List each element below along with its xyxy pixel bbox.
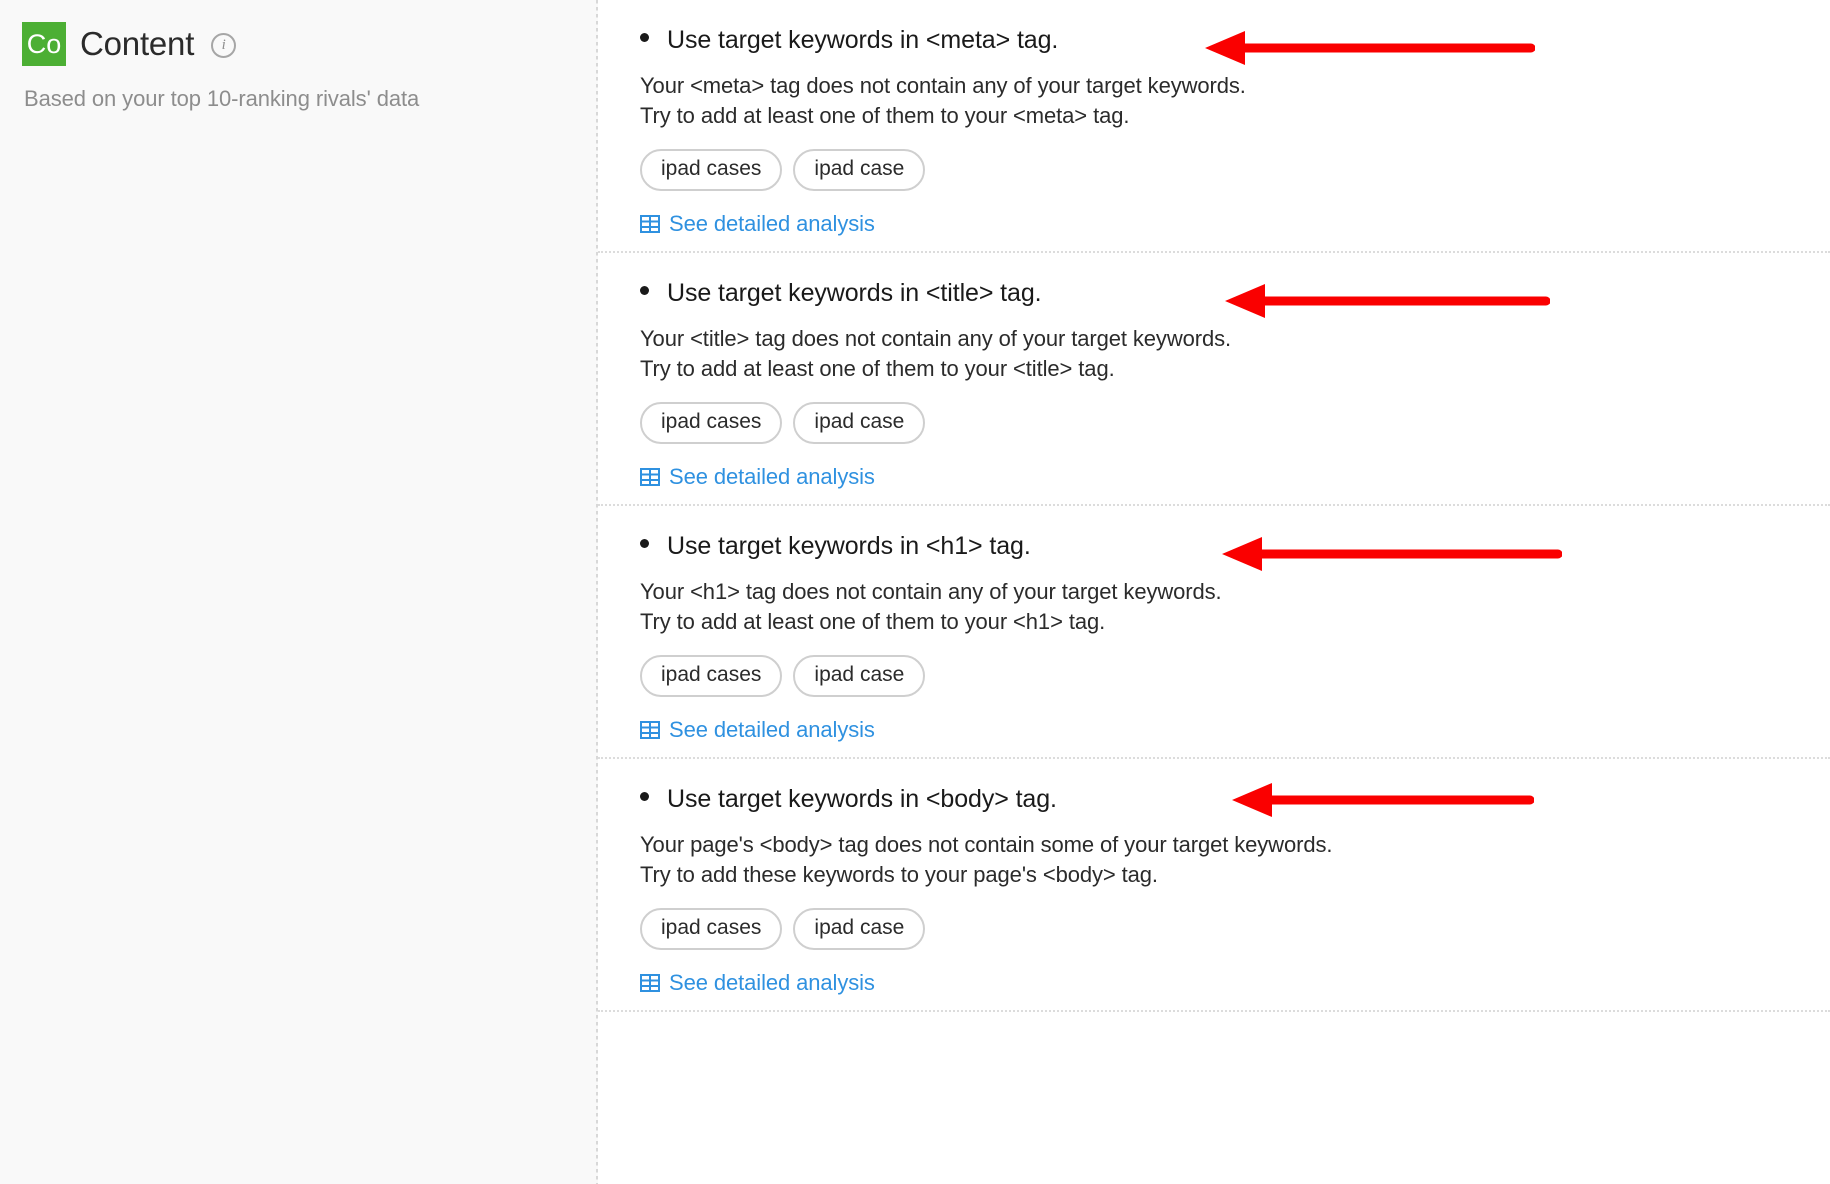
tip-card-meta: Use target keywords in <meta> tag. Your … xyxy=(598,0,1830,253)
table-icon xyxy=(640,721,660,740)
sidebar: Co Content i Based on your top 10-rankin… xyxy=(0,0,598,1184)
tip-title-row: Use target keywords in <meta> tag. xyxy=(640,26,1830,55)
tip-description-line-1: Your <meta> tag does not contain any of … xyxy=(640,73,1246,98)
page-title: Content xyxy=(80,25,195,62)
keyword-pill-group: ipad cases ipad case xyxy=(640,402,1830,445)
bullet-icon xyxy=(640,539,649,548)
tip-title: Use target keywords in <h1> tag. xyxy=(667,532,1031,560)
tip-description-line-1: Your <title> tag does not contain any of… xyxy=(640,326,1232,351)
table-icon xyxy=(640,468,660,487)
keyword-pill[interactable]: ipad case xyxy=(793,655,926,698)
see-detailed-analysis-label: See detailed analysis xyxy=(669,464,875,490)
see-detailed-analysis-link[interactable]: See detailed analysis xyxy=(640,464,875,490)
tip-description: Your <meta> tag does not contain any of … xyxy=(640,71,1830,131)
tip-title: Use target keywords in <title> tag. xyxy=(667,279,1042,307)
tip-description-line-1: Your <h1> tag does not contain any of yo… xyxy=(640,579,1222,604)
tip-description-line-1: Your page's <body> tag does not contain … xyxy=(640,832,1333,857)
section-subtitle: Based on your top 10-ranking rivals' dat… xyxy=(24,86,420,111)
tips-list: Use target keywords in <meta> tag. Your … xyxy=(598,0,1830,1184)
tip-description-line-2: Try to add these keywords to your page's… xyxy=(640,862,1158,888)
table-icon xyxy=(640,974,660,993)
tip-description-line-2: Try to add at least one of them to your … xyxy=(640,609,1106,635)
tip-title: Use target keywords in <body> tag. xyxy=(667,785,1057,813)
keyword-pill[interactable]: ipad case xyxy=(793,908,926,951)
tip-description-line-2: Try to add at least one of them to your … xyxy=(640,103,1130,129)
keyword-pill[interactable]: ipad case xyxy=(793,402,926,445)
keyword-pill[interactable]: ipad cases xyxy=(640,655,783,698)
tip-title-row: Use target keywords in <h1> tag. xyxy=(640,532,1830,561)
table-icon xyxy=(640,215,660,234)
content-audit-panel: Co Content i Based on your top 10-rankin… xyxy=(0,0,1830,1184)
section-header: Co Content i xyxy=(22,22,598,66)
keyword-pill-group: ipad cases ipad case xyxy=(640,908,1830,951)
bullet-icon xyxy=(640,792,649,801)
bullet-icon xyxy=(640,33,649,42)
keyword-pill-group: ipad cases ipad case xyxy=(640,655,1830,698)
keyword-pill[interactable]: ipad cases xyxy=(640,402,783,445)
see-detailed-analysis-link[interactable]: See detailed analysis xyxy=(640,211,875,237)
bullet-icon xyxy=(640,286,649,295)
see-detailed-analysis-link[interactable]: See detailed analysis xyxy=(640,717,875,743)
tip-card-title: Use target keywords in <title> tag. Your… xyxy=(598,253,1830,506)
tip-card-h1: Use target keywords in <h1> tag. Your <h… xyxy=(598,506,1830,759)
see-detailed-analysis-link[interactable]: See detailed analysis xyxy=(640,970,875,996)
keyword-pill[interactable]: ipad cases xyxy=(640,908,783,951)
see-detailed-analysis-label: See detailed analysis xyxy=(669,970,875,996)
info-icon[interactable]: i xyxy=(211,33,237,58)
see-detailed-analysis-label: See detailed analysis xyxy=(669,717,875,743)
tip-description: Your page's <body> tag does not contain … xyxy=(640,830,1830,890)
keyword-pill[interactable]: ipad case xyxy=(793,149,926,192)
keyword-pill-group: ipad cases ipad case xyxy=(640,149,1830,192)
keyword-pill[interactable]: ipad cases xyxy=(640,149,783,192)
see-detailed-analysis-label: See detailed analysis xyxy=(669,211,875,237)
content-badge-icon: Co xyxy=(22,22,66,66)
tip-title: Use target keywords in <meta> tag. xyxy=(667,26,1059,54)
tip-description-line-2: Try to add at least one of them to your … xyxy=(640,356,1115,382)
tip-card-body: Use target keywords in <body> tag. Your … xyxy=(598,759,1830,1012)
tip-title-row: Use target keywords in <title> tag. xyxy=(640,279,1830,308)
tip-title-row: Use target keywords in <body> tag. xyxy=(640,785,1830,814)
tip-description: Your <title> tag does not contain any of… xyxy=(640,324,1830,384)
tip-description: Your <h1> tag does not contain any of yo… xyxy=(640,577,1830,637)
